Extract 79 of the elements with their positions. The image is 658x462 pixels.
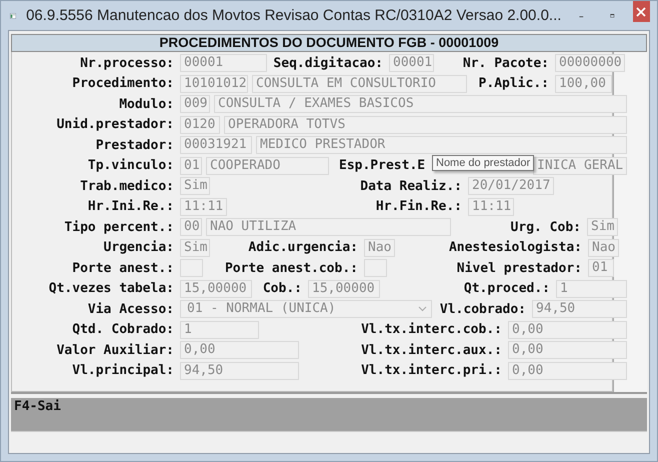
input-field[interactable]: 11:11 bbox=[468, 198, 514, 216]
input-field[interactable]: 0,00 bbox=[508, 320, 627, 339]
field-label: Trab.medico: bbox=[79, 178, 175, 194]
field-label: Nr.processo: bbox=[79, 56, 175, 71]
input-field[interactable]: INICA GERAL bbox=[533, 156, 627, 175]
input-field[interactable]: 100,00 bbox=[555, 74, 612, 93]
close-icon bbox=[636, 6, 646, 16]
field-label: Vl.principal: bbox=[71, 363, 175, 378]
field-label: Urg. Cob: bbox=[510, 220, 582, 235]
input-field[interactable]: 00031921 bbox=[180, 136, 252, 154]
input-field[interactable]: CONSULTA EM CONSULTORIO bbox=[252, 74, 467, 93]
input-field[interactable]: 00000000 bbox=[555, 54, 625, 72]
field-label: Tipo percent.: bbox=[63, 220, 175, 235]
field-label: Vl.tx.interc.pri.: bbox=[360, 363, 503, 378]
field-label: Procedimento: bbox=[71, 76, 175, 92]
input-field[interactable]: 15,00000 bbox=[308, 280, 380, 298]
input-field[interactable]: Nao bbox=[588, 238, 619, 257]
input-field[interactable]: 0,00 bbox=[180, 341, 299, 360]
form-header: PROCEDIMENTOS DO DOCUMENTO FGB - 00001009 bbox=[11, 34, 647, 52]
field-label: Seq.digitacao: bbox=[272, 56, 384, 71]
field-label: Vl.tx.interc.aux.: bbox=[360, 342, 503, 358]
input-field[interactable]: NAO UTILIZA bbox=[206, 218, 451, 236]
status-bar: F4-Sai bbox=[11, 398, 647, 432]
field-label: Qtd. Cobrado: bbox=[71, 322, 175, 338]
input-field[interactable]: Sim bbox=[587, 218, 618, 236]
input-field[interactable]: COOPERADO bbox=[206, 156, 329, 175]
input-field[interactable] bbox=[180, 259, 203, 278]
field-label: Vl.cobrado: bbox=[438, 302, 527, 317]
field-label: Porte anest.cob.: bbox=[224, 260, 359, 276]
input-field[interactable]: 009 bbox=[180, 95, 210, 114]
input-field[interactable]: Sim bbox=[180, 238, 210, 257]
field-label: Cob.: bbox=[262, 281, 303, 296]
field-label: Tp.vinculo: bbox=[86, 158, 175, 174]
field-label: Vl.tx.interc.cob.: bbox=[360, 322, 503, 338]
input-field[interactable]: 94,50 bbox=[532, 300, 627, 318]
field-label: Valor Auxiliar: bbox=[56, 342, 175, 358]
field-label: Hr.Fin.Re.: bbox=[374, 199, 463, 214]
tooltip: Nome do prestador bbox=[432, 154, 534, 170]
dropdown-field[interactable]: 01 - NORMAL (UNICA) bbox=[180, 300, 432, 318]
input-field[interactable]: 00001 bbox=[180, 54, 267, 72]
input-field[interactable]: 01 bbox=[180, 156, 202, 175]
input-field[interactable]: 0,00 bbox=[508, 341, 627, 360]
field-label: Via Acesso: bbox=[86, 302, 175, 317]
field-label: Adic.urgencia: bbox=[247, 240, 359, 256]
field-label: Prestador: bbox=[94, 138, 175, 153]
input-field[interactable]: CONSULTA / EXAMES BASICOS bbox=[214, 95, 627, 114]
field-label: Nr. Pacote: bbox=[462, 56, 550, 71]
input-field[interactable]: 15,00000 bbox=[180, 280, 252, 298]
input-field[interactable]: 1 bbox=[180, 320, 259, 339]
input-field[interactable]: 01 bbox=[588, 259, 614, 278]
input-field[interactable]: MEDICO PRESTADOR bbox=[256, 136, 627, 154]
field-label: Esp.Prest.E bbox=[338, 158, 426, 174]
input-field[interactable] bbox=[364, 259, 387, 278]
field-label: Data Realiz.: bbox=[359, 178, 463, 194]
window-title: 06.9.5556 Manutencao dos Movtos Revisao Contas RC/0310A2 Versao 2.00.0... bbox=[26, 7, 562, 24]
field-label: Unid.prestador: bbox=[56, 117, 175, 132]
input-field[interactable]: 00001 bbox=[389, 54, 434, 72]
input-field[interactable]: Sim bbox=[180, 177, 210, 196]
input-field[interactable]: 10101012 bbox=[180, 74, 248, 93]
input-field[interactable]: 0120 bbox=[180, 116, 220, 134]
input-field[interactable]: OPERADORA TOTVS bbox=[224, 116, 627, 134]
input-field[interactable]: 20/01/2017 bbox=[468, 177, 554, 196]
field-label: Hr.Ini.Re.: bbox=[86, 199, 175, 214]
caret-icon bbox=[418, 306, 427, 312]
input-field[interactable]: Nao bbox=[364, 238, 395, 257]
field-label: P.Aplic.: bbox=[478, 76, 550, 92]
field-label: Qt.vezes tabela: bbox=[48, 281, 175, 296]
field-label: Modulo: bbox=[118, 96, 175, 112]
field-label: Qt.proced.: bbox=[462, 281, 551, 296]
input-field[interactable]: 1 bbox=[556, 280, 627, 298]
close-button[interactable] bbox=[632, 1, 650, 22]
field-label: Urgencia: bbox=[102, 240, 175, 256]
input-field[interactable]: 0,00 bbox=[508, 362, 627, 380]
field-label: Anestesiologista: bbox=[448, 240, 583, 256]
field-label: Porte anest.: bbox=[71, 260, 175, 276]
input-field[interactable]: 94,50 bbox=[180, 362, 299, 380]
input-field[interactable]: 11:11 bbox=[180, 198, 227, 216]
field-label: Nivel prestador: bbox=[456, 260, 583, 276]
input-field[interactable]: 00 bbox=[180, 218, 202, 236]
